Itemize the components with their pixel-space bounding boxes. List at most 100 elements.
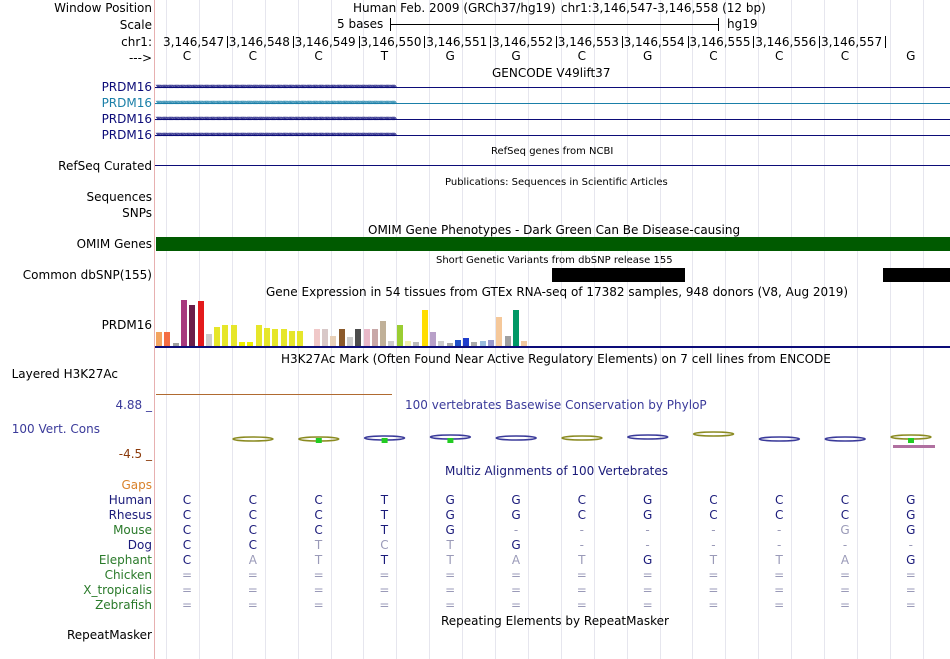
- species-base: C: [840, 508, 850, 522]
- gtex-tissue-bar[interactable]: [338, 329, 345, 346]
- gtex-tissue-bar[interactable]: [180, 300, 187, 346]
- gtex-tissue-bar[interactable]: [214, 327, 221, 346]
- scale-label: Scale: [119, 18, 152, 32]
- species-base: C: [248, 523, 257, 537]
- h3k27ac-track-label[interactable]: Layered H3K27Ac: [12, 367, 118, 381]
- gencode-gene-label[interactable]: PRDM16: [102, 112, 152, 126]
- species-base: C: [182, 493, 192, 507]
- species-base: =: [839, 598, 851, 612]
- species-base: A: [511, 553, 521, 567]
- gtex-tissue-bar[interactable]: [363, 329, 370, 346]
- gtex-tissue-bar[interactable]: [496, 317, 503, 346]
- species-base: T: [380, 523, 389, 537]
- species-base: G: [642, 493, 653, 507]
- gtex-track-title: Gene Expression in 54 tissues from GTEx …: [266, 285, 849, 299]
- dbsnp-track-label[interactable]: Common dbSNP(155): [23, 268, 152, 282]
- dna-base: C: [774, 49, 784, 63]
- gencode-gene-label[interactable]: PRDM16: [102, 96, 152, 110]
- gtex-tissue-bar[interactable]: [197, 301, 204, 346]
- gtex-tissue-bar[interactable]: [222, 325, 229, 346]
- sequences-track-label[interactable]: Sequences: [87, 190, 152, 204]
- position-readout: chr1:3,146,547-3,146,558 (12 bp): [561, 1, 766, 15]
- conservation-negative-score: [893, 445, 935, 448]
- gtex-tissue-bar[interactable]: [255, 325, 262, 346]
- gtex-tissue-bar[interactable]: [421, 310, 428, 346]
- refseq-track-label[interactable]: RefSeq Curated: [58, 159, 152, 173]
- species-base: -: [579, 538, 584, 552]
- species-base: =: [774, 583, 785, 597]
- strand-arrows-icon: ››››››››››››››››››››››››››››››››››››››››…: [155, 82, 397, 92]
- gtex-tissue-bar[interactable]: [288, 331, 295, 346]
- gtex-tissue-bar[interactable]: [263, 328, 270, 346]
- omim-gene-bar[interactable]: [156, 237, 950, 251]
- species-base: T: [578, 553, 586, 567]
- gtex-tissue-bar[interactable]: [313, 329, 320, 346]
- species-base: =: [642, 598, 653, 612]
- species-base: C: [248, 493, 257, 507]
- gtex-tissue-bar[interactable]: [512, 310, 519, 346]
- gtex-track-label[interactable]: PRDM16: [102, 318, 152, 332]
- species-base: -: [579, 523, 584, 537]
- dbsnp-variant[interactable]: [883, 268, 950, 282]
- ruler-tick-label: 3,146,555: [689, 35, 751, 49]
- species-base: G: [511, 493, 521, 507]
- ruler-tick-label: 3,146,547: [163, 35, 225, 49]
- refseq-gene-line[interactable]: [155, 165, 950, 166]
- repeatmasker-track-label[interactable]: RepeatMasker: [67, 628, 152, 642]
- gtex-tissue-bar[interactable]: [297, 331, 304, 346]
- species-base: =: [708, 598, 719, 612]
- species-base: T: [380, 508, 389, 522]
- gtex-tissue-bar[interactable]: [189, 305, 196, 346]
- species-base: G: [445, 493, 455, 507]
- dna-base: C: [314, 49, 323, 63]
- species-base: -: [842, 538, 848, 552]
- ruler-tick-label: 3,146,552: [492, 35, 554, 49]
- gtex-tissue-bar[interactable]: [230, 325, 237, 346]
- gtex-gene-line[interactable]: [155, 346, 950, 348]
- strand-arrows-icon: ››››››››››››››››››››››››››››››››››››››››…: [155, 98, 397, 108]
- conservation-track-label[interactable]: 100 Vert. Cons: [12, 422, 100, 436]
- species-label: Rhesus: [108, 508, 152, 522]
- species-base: C: [248, 508, 257, 522]
- species-base: =: [247, 583, 258, 597]
- species-base: =: [774, 568, 785, 582]
- species-base: =: [708, 583, 719, 597]
- species-base: C: [577, 493, 586, 507]
- gtex-tissue-bar[interactable]: [164, 332, 171, 346]
- omim-track-label[interactable]: OMIM Genes: [77, 237, 152, 251]
- gencode-gene-label[interactable]: PRDM16: [102, 80, 152, 94]
- dna-base: G: [511, 49, 521, 63]
- scale-bar-right-tick: [718, 18, 719, 31]
- ruler-tick-label: 3,146,553: [557, 35, 619, 49]
- conservation-track-title: 100 vertebrates Basewise Conservation by…: [405, 398, 707, 412]
- gtex-tissue-bar[interactable]: [355, 329, 362, 346]
- gtex-expression-bars[interactable]: [156, 299, 536, 346]
- species-base: C: [314, 493, 323, 507]
- gtex-tissue-bar[interactable]: [346, 337, 353, 346]
- gencode-gene-label[interactable]: PRDM16: [102, 128, 152, 142]
- assembly-title: Human Feb. 2009 (GRCh37/hg19): [353, 1, 556, 15]
- species-base: G: [445, 523, 455, 537]
- species-base: G: [906, 523, 916, 537]
- gtex-tissue-bar[interactable]: [322, 329, 328, 346]
- refseq-track-title: RefSeq genes from NCBI: [491, 146, 614, 157]
- dna-base: T: [380, 49, 389, 63]
- snps-track-label[interactable]: SNPs: [122, 206, 152, 220]
- gtex-tissue-bar[interactable]: [504, 336, 511, 346]
- conservation-plot[interactable]: [155, 430, 950, 452]
- species-base: =: [247, 598, 258, 612]
- gtex-tissue-bar[interactable]: [463, 338, 470, 346]
- gtex-tissue-bar[interactable]: [371, 329, 378, 346]
- species-base: T: [446, 553, 454, 567]
- gtex-tissue-bar[interactable]: [272, 329, 279, 346]
- gtex-tissue-bar[interactable]: [156, 332, 162, 346]
- species-base: C: [577, 508, 586, 522]
- gtex-tissue-bar[interactable]: [280, 329, 287, 346]
- gtex-tissue-bar[interactable]: [330, 336, 337, 346]
- gtex-tissue-bar[interactable]: [380, 321, 387, 346]
- gtex-tissue-bar[interactable]: [205, 334, 212, 346]
- gtex-tissue-bar[interactable]: [429, 332, 436, 346]
- gtex-tissue-bar[interactable]: [396, 325, 403, 346]
- dbsnp-variant[interactable]: [552, 268, 685, 282]
- ruler-tick-label: 3,146,550: [360, 35, 422, 49]
